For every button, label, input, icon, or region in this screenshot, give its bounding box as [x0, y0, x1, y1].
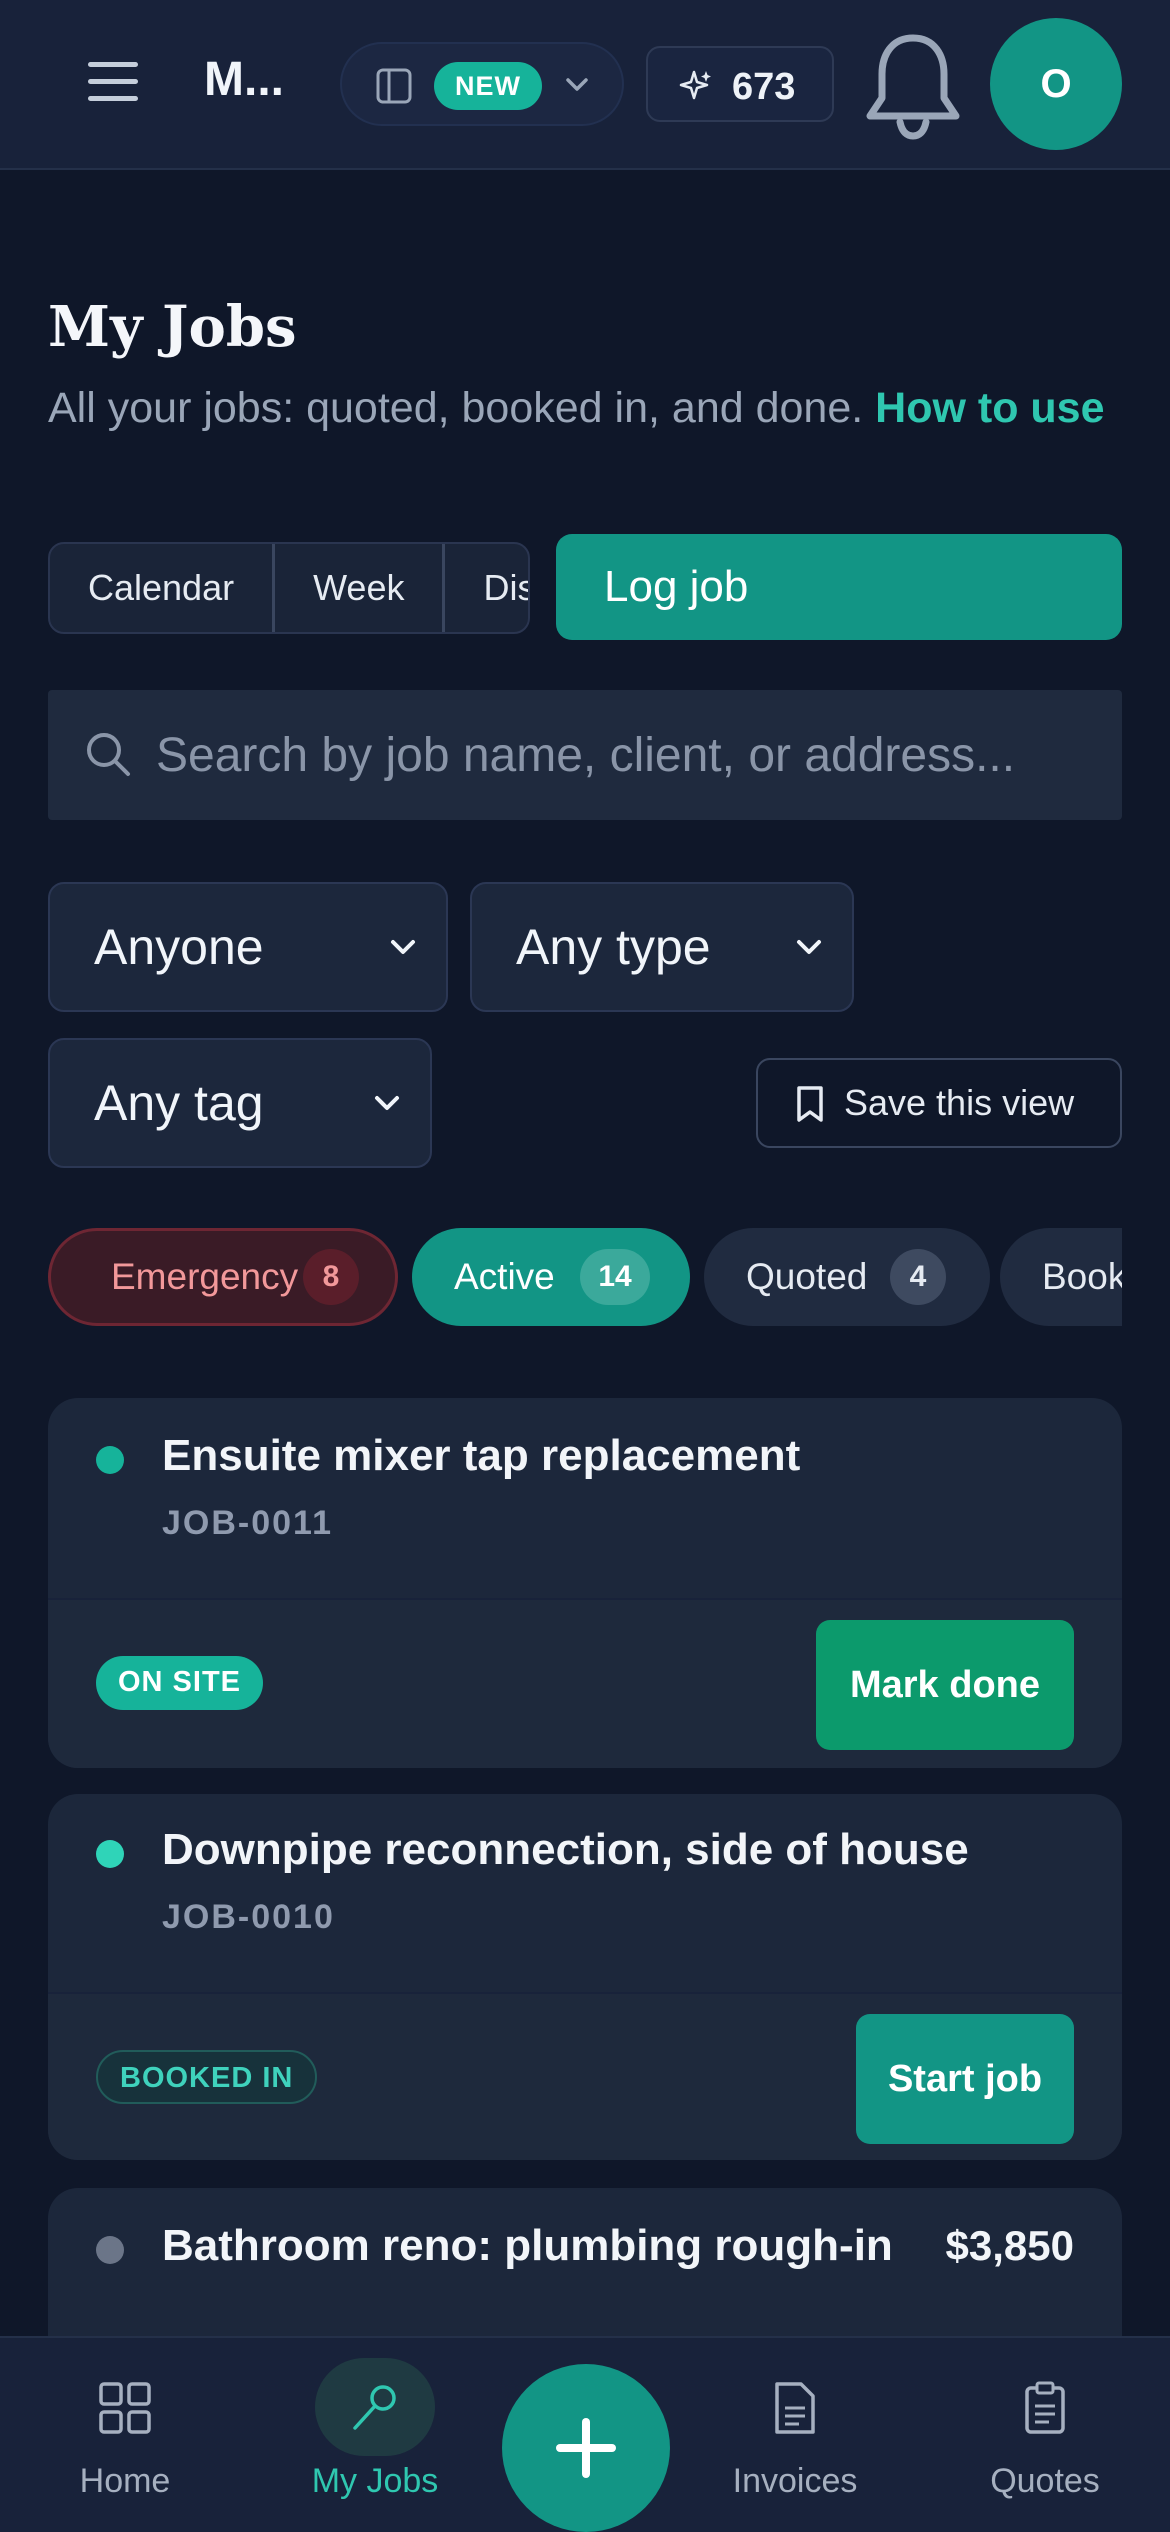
wrench-icon	[353, 2385, 396, 2430]
sparkle-icon	[679, 70, 711, 100]
top-bar: M... NEW 673 O	[0, 0, 1170, 170]
card-footer: BOOKED IN Start job	[48, 1994, 1122, 2160]
search-icon	[87, 733, 130, 776]
page-subtitle: All your jobs: quoted, booked in, and do…	[48, 378, 1128, 438]
chip-label: Emergency	[111, 1256, 299, 1297]
job-price: $3,850	[945, 2222, 1074, 2269]
assignee-filter-value: Anyone	[94, 919, 264, 975]
chevron-down-icon	[797, 940, 821, 954]
how-to-use-link[interactable]: How to use	[875, 384, 1104, 432]
status-badge: ON SITE	[96, 1656, 264, 1710]
chevron-down-icon	[566, 78, 588, 91]
chip-count: 14	[580, 1249, 650, 1305]
nav-invoices[interactable]: Invoices	[710, 2338, 880, 2532]
add-job-fab[interactable]	[502, 2364, 670, 2532]
job-card[interactable]: Ensuite mixer tap replacement JOB-0011 O…	[48, 1398, 1122, 1768]
assignee-filter-select[interactable]: Anyone	[48, 882, 448, 1012]
view-week-button[interactable]: Week	[275, 544, 446, 632]
status-badge: BOOKED IN	[96, 2050, 318, 2104]
log-job-button[interactable]: Log job	[556, 534, 1122, 640]
status-filter-chips: Emergency 8 Active 14 Quoted 4 Booked in	[48, 1228, 1122, 1326]
nav-quotes[interactable]: Quotes	[960, 2338, 1130, 2532]
search-bar	[48, 690, 1122, 820]
view-switcher: Calendar Week Dispatch	[48, 542, 530, 634]
mark-done-button[interactable]: Mark done	[816, 1620, 1074, 1750]
new-badge: NEW	[434, 62, 542, 110]
chevron-down-icon	[391, 940, 415, 954]
nav-my-jobs[interactable]: My Jobs	[290, 2338, 460, 2532]
tag-filter-value: Any tag	[94, 1075, 264, 1131]
chevron-down-icon	[375, 1096, 399, 1110]
job-status-dot	[96, 2236, 124, 2264]
grid-icon	[99, 2382, 151, 2434]
chip-emergency[interactable]: Emergency 8	[48, 1228, 398, 1326]
save-view-button[interactable]: Save this view	[756, 1058, 1122, 1148]
document-icon	[775, 2382, 815, 2434]
start-job-button[interactable]: Start job	[856, 2014, 1074, 2144]
chip-booked-in[interactable]: Booked in	[1000, 1228, 1122, 1326]
save-view-label: Save this view	[844, 1082, 1075, 1123]
chip-label: Quoted	[746, 1256, 868, 1297]
bookmark-icon	[797, 1086, 823, 1122]
brand-name[interactable]: M...	[204, 52, 284, 107]
type-filter-value: Any type	[516, 919, 711, 975]
view-dispatch-button[interactable]: Dispatch	[445, 544, 528, 632]
chip-label: Booked in	[1042, 1256, 1122, 1297]
job-title: Ensuite mixer tap replacement	[162, 1431, 801, 1480]
user-avatar[interactable]: O	[990, 18, 1122, 150]
sidebar-panel-icon	[376, 68, 412, 104]
subtitle-text: All your jobs: quoted, booked in, and do…	[48, 384, 864, 432]
nav-home[interactable]: Home	[40, 2338, 210, 2532]
app-root: M... NEW 673 O My Jobs All your jobs: qu…	[0, 0, 1170, 2532]
tag-filter-select[interactable]: Any tag	[48, 1038, 432, 1168]
chip-label: Active	[454, 1256, 555, 1297]
card-footer: ON SITE Mark done	[48, 1600, 1122, 1768]
chip-active[interactable]: Active 14	[412, 1228, 690, 1326]
job-code: JOB-0011	[162, 1504, 333, 1542]
job-status-dot	[96, 1446, 124, 1474]
credits-count: 673	[732, 66, 796, 108]
nav-quotes-label: Quotes	[990, 2462, 1100, 2500]
job-code: JOB-0010	[162, 1898, 335, 1936]
credits-button[interactable]: 673	[646, 46, 834, 122]
clipboard-icon	[1025, 2381, 1065, 2434]
chip-quoted[interactable]: Quoted 4	[704, 1228, 990, 1326]
workspace-mode-switcher[interactable]: NEW	[340, 42, 624, 126]
type-filter-select[interactable]: Any type	[470, 882, 854, 1012]
bell-icon[interactable]	[858, 28, 968, 144]
page-title: My Jobs	[48, 294, 297, 360]
job-status-dot	[96, 1840, 124, 1868]
hamburger-icon[interactable]	[88, 62, 138, 106]
search-input[interactable]	[156, 690, 1096, 820]
nav-home-label: Home	[79, 2462, 171, 2500]
view-calendar-button[interactable]: Calendar	[50, 544, 276, 632]
job-title: Downpipe reconnection, side of house	[162, 1825, 969, 1874]
chip-count: 4	[890, 1249, 946, 1305]
chip-count: 8	[303, 1249, 359, 1305]
nav-invoices-label: Invoices	[732, 2462, 858, 2500]
nav-my-jobs-label: My Jobs	[311, 2462, 439, 2500]
job-title: Bathroom reno: plumbing rough-in	[162, 2221, 893, 2270]
job-card[interactable]: Downpipe reconnection, side of house JOB…	[48, 1794, 1122, 2160]
